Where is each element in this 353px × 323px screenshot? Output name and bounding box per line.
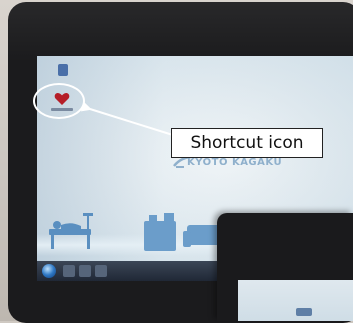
app-icon[interactable] <box>58 64 68 76</box>
second-monitor-icon <box>296 308 312 316</box>
bezel-shine <box>8 2 353 62</box>
start-orb-icon[interactable] <box>42 264 56 278</box>
highlight-circle <box>33 83 85 119</box>
taskbar-item[interactable] <box>79 265 91 277</box>
taskbar-item[interactable] <box>63 265 75 277</box>
wallpaper-logo-text: KYOTO KAGAKU <box>187 157 283 168</box>
callout-label: Shortcut icon <box>171 128 323 158</box>
taskbar-item[interactable] <box>95 265 107 277</box>
